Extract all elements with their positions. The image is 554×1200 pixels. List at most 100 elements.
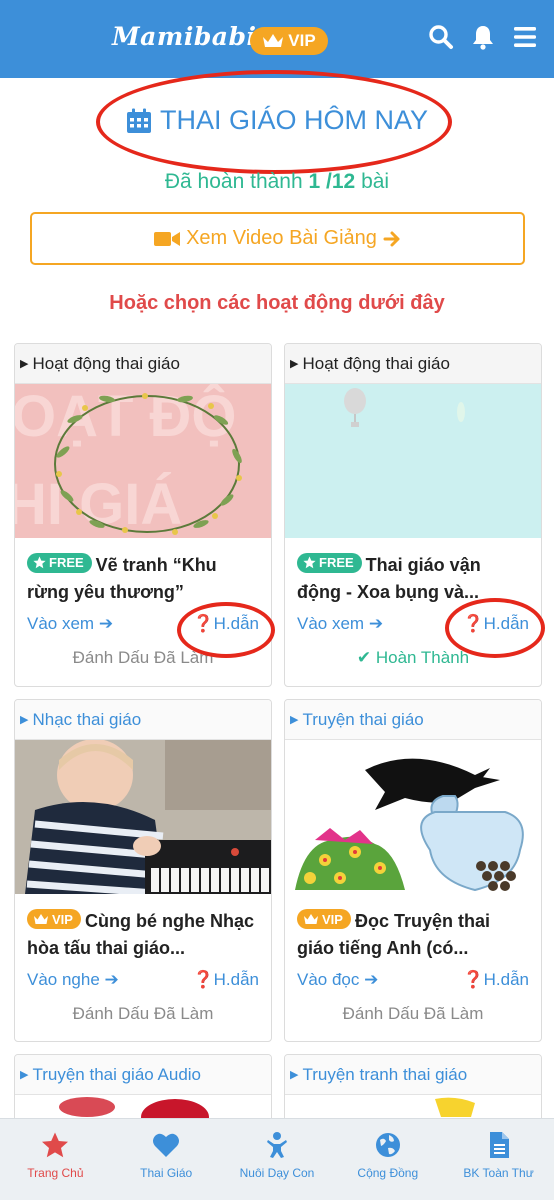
view-link[interactable]: Vào xem ➔ bbox=[27, 614, 113, 634]
card-category[interactable]: ▶ Hoạt động thai giáo bbox=[285, 344, 541, 384]
arrow-right-icon: ➔ bbox=[364, 970, 379, 989]
nav-label: Trang Chủ bbox=[27, 1166, 84, 1180]
vip-badge[interactable]: VIP bbox=[250, 27, 328, 55]
calendar-icon bbox=[126, 108, 151, 133]
arrow-right-icon: ➔ bbox=[98, 614, 114, 633]
activity-card: ▶ Nhạc thai giáo VIP Cùng bé nghe Nhạc h… bbox=[14, 699, 272, 1042]
guide-annotation-circle bbox=[177, 602, 275, 658]
crown-icon bbox=[304, 914, 318, 924]
choose-activity-heading: Hoặc chọn các hoạt động dưới đây bbox=[109, 292, 445, 314]
watch-video-button[interactable]: Xem Video Bài Giảng bbox=[30, 212, 525, 265]
top-bar: Mamibabi VIP bbox=[0, 0, 554, 78]
svg-text:OẠT ĐỘ: OẠT ĐỘ bbox=[15, 384, 237, 449]
video-camera-icon bbox=[154, 231, 181, 246]
view-link[interactable]: Vào xem ➔ bbox=[297, 614, 383, 634]
star-icon bbox=[42, 1132, 69, 1158]
card-thumbnail[interactable] bbox=[285, 384, 541, 538]
nav-label: Nuôi Dạy Con bbox=[239, 1166, 315, 1180]
arrow-right-icon: ➔ bbox=[104, 970, 119, 989]
card-category[interactable]: ▶ Truyện thai giáo bbox=[285, 700, 541, 740]
caret-right-icon: ▶ bbox=[290, 714, 299, 726]
card-category[interactable]: ▶ Hoạt động thai giáo bbox=[15, 344, 271, 384]
card-category-label: Truyện tranh thai giáo bbox=[302, 1064, 468, 1084]
card-thumbnail[interactable] bbox=[285, 740, 541, 894]
nav-item-thai-giao[interactable]: Thai Giáo bbox=[111, 1119, 222, 1200]
page-title-text: THAI GIÁO HÔM NAY bbox=[159, 105, 429, 135]
progress-value: 1 /12 bbox=[308, 170, 356, 193]
card-thumbnail[interactable]: OẠT ĐỘ HI GIÁ bbox=[15, 384, 271, 538]
nav-label: Cộng Đồng bbox=[357, 1166, 419, 1180]
badge-label: FREE bbox=[49, 555, 84, 570]
caret-right-icon: ▶ bbox=[20, 358, 29, 370]
card-thumbnail[interactable] bbox=[15, 740, 271, 894]
baby-icon bbox=[266, 1132, 287, 1158]
heart-icon bbox=[153, 1133, 180, 1157]
caret-right-icon: ▶ bbox=[20, 1069, 29, 1081]
listen-link-label: Vào nghe bbox=[27, 970, 100, 989]
card-category[interactable]: ▶ Nhạc thai giáo bbox=[15, 700, 271, 740]
progress-suffix: bài bbox=[361, 170, 390, 193]
flower-wreath-illustration: OẠT ĐỘ HI GIÁ bbox=[15, 384, 242, 537]
free-badge: FREE bbox=[27, 552, 92, 573]
document-icon bbox=[489, 1132, 509, 1158]
menu-icon[interactable] bbox=[512, 24, 538, 50]
view-link-label: Vào xem bbox=[297, 614, 365, 633]
progress-prefix: Đã hoàn thành bbox=[164, 170, 303, 193]
card-title[interactable]: VIP Cùng bé nghe Nhạc hòa tấu thai giáo.… bbox=[15, 894, 271, 960]
vip-label: VIP bbox=[288, 31, 316, 50]
read-link[interactable]: Vào đọc ➔ bbox=[297, 970, 378, 990]
caret-right-icon: ▶ bbox=[20, 714, 29, 726]
star-icon bbox=[303, 556, 316, 569]
guide-link[interactable]: ❓H.dẫn bbox=[192, 970, 259, 990]
watch-video-label: Xem Video Bài Giảng bbox=[186, 227, 377, 249]
balloon-illustration bbox=[344, 388, 465, 427]
star-icon bbox=[33, 556, 46, 569]
card-category-label: Truyện thai giáo Audio bbox=[32, 1064, 202, 1084]
globe-icon bbox=[375, 1133, 400, 1157]
nav-label: BK Toàn Thư bbox=[463, 1166, 534, 1180]
guide-annotation-circle bbox=[445, 598, 545, 658]
card-title[interactable]: VIP Đọc Truyện thai giáo tiếng Anh (có..… bbox=[285, 894, 541, 960]
card-title[interactable]: FREE Thai giáo vận động - Xoa bụng và... bbox=[285, 538, 541, 604]
mark-done-button[interactable]: Đánh Dấu Đã Làm bbox=[285, 990, 541, 1024]
bottom-navigation: Trang Chủ Thai Giáo Nuôi Dạy Con Cộng Đồ… bbox=[0, 1118, 554, 1200]
vip-badge: VIP bbox=[27, 909, 81, 929]
card-category[interactable]: ▶ Truyện thai giáo Audio bbox=[15, 1055, 271, 1095]
search-icon[interactable] bbox=[428, 24, 454, 50]
guide-link-label: H.dẫn bbox=[483, 970, 529, 989]
free-badge: FREE bbox=[297, 552, 362, 573]
app-logo[interactable]: Mamibabi bbox=[112, 22, 256, 51]
vip-badge: VIP bbox=[297, 909, 351, 929]
mark-done-button[interactable]: Đánh Dấu Đã Làm bbox=[15, 990, 271, 1024]
question-circle-icon: ❓ bbox=[462, 970, 484, 989]
question-circle-icon: ❓ bbox=[192, 970, 214, 989]
completed-status-label: Hoàn Thành bbox=[375, 648, 470, 667]
card-title[interactable]: FREE Vẽ tranh “Khu rừng yêu thương” bbox=[15, 538, 271, 604]
nav-item-encyclopedia[interactable]: BK Toàn Thư bbox=[443, 1119, 554, 1200]
card-category-label: Truyện thai giáo bbox=[302, 709, 424, 729]
nav-label: Thai Giáo bbox=[140, 1166, 193, 1180]
card-category-label: Hoạt động thai giáo bbox=[32, 353, 180, 373]
arrow-right-icon bbox=[383, 231, 400, 246]
card-category[interactable]: ▶ Truyện tranh thai giáo bbox=[285, 1055, 541, 1095]
card-category-label: Nhạc thai giáo bbox=[32, 709, 142, 729]
check-circle-icon: ✔ bbox=[356, 648, 372, 667]
nav-item-parenting[interactable]: Nuôi Dạy Con bbox=[222, 1119, 333, 1200]
page-title: THAI GIÁO HÔM NAY bbox=[0, 105, 554, 136]
nav-item-community[interactable]: Cộng Đồng bbox=[332, 1119, 443, 1200]
guide-link[interactable]: ❓H.dẫn bbox=[462, 970, 529, 990]
badge-label: VIP bbox=[52, 911, 73, 927]
badge-label: VIP bbox=[322, 911, 343, 927]
crown-icon bbox=[263, 34, 284, 47]
view-link-label: Vào xem bbox=[27, 614, 95, 633]
activity-card: ▶ Truyện thai giáo VIP Đọc Truyện thai g… bbox=[284, 699, 542, 1042]
badge-label: FREE bbox=[319, 555, 354, 570]
listen-link[interactable]: Vào nghe ➔ bbox=[27, 970, 119, 990]
baby-piano-photo bbox=[15, 740, 271, 894]
card-category-label: Hoạt động thai giáo bbox=[302, 353, 450, 373]
progress-text: Đã hoàn thành 1 /12 bài bbox=[0, 170, 554, 194]
crown-icon bbox=[34, 914, 48, 924]
bell-icon[interactable] bbox=[470, 24, 496, 50]
crow-pitcher-illustration bbox=[295, 758, 524, 892]
nav-item-home[interactable]: Trang Chủ bbox=[0, 1119, 111, 1200]
